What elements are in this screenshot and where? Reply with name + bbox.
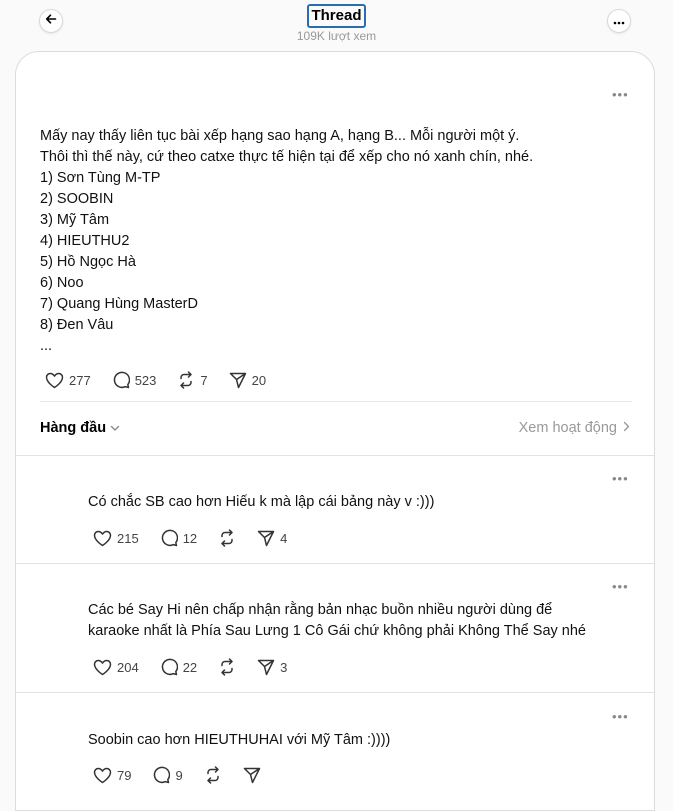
- reply-actions: 215 12 4: [88, 529, 303, 547]
- heart-icon: [45, 372, 64, 389]
- top-bar: Thread 109K lượt xem: [0, 0, 673, 48]
- comment-button[interactable]: 22: [155, 658, 197, 676]
- comment-count: 22: [182, 659, 198, 675]
- reply-body: Có chắc SB cao hơn Hiếu k mà lập cái bản…: [88, 492, 628, 513]
- heart-icon: [93, 767, 112, 784]
- repost-icon: [204, 766, 222, 784]
- repost-icon: [218, 658, 236, 676]
- like-button[interactable]: 79: [88, 767, 131, 784]
- share-button[interactable]: 4: [252, 530, 287, 547]
- share-button[interactable]: 3: [252, 659, 287, 676]
- like-count: 215: [117, 530, 139, 546]
- reply-line: Các bé Say Hi nên chấp nhận rằng bản nhạ…: [88, 602, 553, 618]
- post-more-button[interactable]: •••: [612, 87, 629, 102]
- reply-line: Soobin cao hơn HIEUTHUHAI với Mỹ Tâm :))…: [88, 732, 391, 748]
- view-count: 109K lượt xem: [296, 29, 377, 43]
- more-horizontal-icon: •••: [612, 87, 629, 102]
- comment-icon: [160, 658, 178, 676]
- post-line: 3) Mỹ Tâm: [40, 212, 110, 228]
- repost-button[interactable]: [213, 529, 236, 547]
- reply-more-button[interactable]: •••: [612, 709, 629, 724]
- chevron-right-icon: [617, 420, 630, 436]
- share-button[interactable]: 20: [224, 372, 266, 389]
- repost-button[interactable]: [213, 658, 236, 676]
- post-line: ...: [40, 338, 53, 354]
- comment-button[interactable]: 12: [155, 529, 197, 547]
- more-horizontal-icon: •••: [612, 471, 629, 486]
- more-horizontal-icon: •••: [612, 579, 629, 594]
- like-count: 79: [117, 767, 132, 783]
- comment-button[interactable]: 9: [147, 766, 183, 784]
- send-icon: [243, 767, 261, 784]
- post-line: Thôi thì thế này, cứ theo catxe thực tế …: [40, 149, 534, 165]
- more-horizontal-icon: [613, 12, 625, 30]
- heart-icon: [93, 530, 112, 547]
- sort-label: Hàng đầu: [40, 420, 107, 436]
- divider: [16, 563, 654, 564]
- post-line: 2) SOOBIN: [40, 191, 114, 207]
- reply-more-button[interactable]: •••: [612, 579, 629, 594]
- send-icon: [257, 659, 275, 676]
- post-line: 7) Quang Hùng MasterD: [40, 296, 198, 312]
- like-button[interactable]: 215: [88, 530, 139, 547]
- post-line: 5) Hồ Ngọc Hà: [40, 254, 136, 270]
- repost-button[interactable]: 7: [172, 371, 208, 389]
- divider: [16, 692, 654, 693]
- divider: [40, 401, 632, 402]
- thread-card: ••• Mấy nay thấy liên tục bài xếp hạng s…: [15, 51, 655, 811]
- page-title[interactable]: Thread: [307, 4, 366, 28]
- send-icon: [257, 530, 275, 547]
- heart-icon: [93, 659, 112, 676]
- title-block: Thread 109K lượt xem: [0, 4, 673, 43]
- reply-line: karaoke nhất là Phía Sau Lưng 1 Cô Gái c…: [88, 623, 586, 639]
- repost-icon: [177, 371, 195, 389]
- comment-count: 9: [175, 767, 183, 783]
- repost-button[interactable]: [199, 766, 222, 784]
- post-line: Mấy nay thấy liên tục bài xếp hạng sao h…: [40, 128, 520, 144]
- repost-count: 7: [200, 372, 208, 388]
- sort-dropdown[interactable]: Hàng đầu: [40, 420, 120, 436]
- share-count: 3: [280, 659, 288, 675]
- reply-line: Có chắc SB cao hơn Hiếu k mà lập cái bản…: [88, 494, 435, 510]
- share-count: 4: [280, 530, 288, 546]
- view-activity-label: Xem hoạt động: [518, 420, 617, 436]
- send-icon: [229, 372, 247, 389]
- chevron-down-icon: [106, 420, 120, 436]
- view-activity-link[interactable]: Xem hoạt động: [519, 420, 630, 436]
- post-body: Mấy nay thấy liên tục bài xếp hạng sao h…: [40, 126, 640, 357]
- like-button[interactable]: 204: [88, 659, 139, 676]
- thread-more-button[interactable]: [607, 9, 631, 33]
- share-count: 20: [251, 372, 267, 388]
- reply-actions: 79 9: [88, 766, 277, 784]
- reply-body: Các bé Say Hi nên chấp nhận rằng bản nhạ…: [88, 600, 628, 642]
- comment-icon: [160, 529, 178, 547]
- like-button[interactable]: 277: [40, 372, 91, 389]
- more-horizontal-icon: •••: [612, 709, 629, 724]
- post-line: 6) Noo: [40, 275, 84, 291]
- reply-more-button[interactable]: •••: [612, 471, 629, 486]
- share-button[interactable]: [238, 767, 261, 784]
- comment-icon: [112, 371, 130, 389]
- post-line: 8) Đen Vâu: [40, 317, 114, 333]
- like-count: 277: [69, 372, 91, 388]
- comment-count: 523: [134, 372, 157, 388]
- repost-icon: [218, 529, 236, 547]
- post-line: 4) HIEUTHU2: [40, 233, 130, 249]
- comment-icon: [152, 766, 171, 784]
- comment-button[interactable]: 523: [107, 371, 157, 389]
- post-line: 1) Sơn Tùng M-TP: [40, 170, 161, 186]
- comment-count: 12: [182, 530, 198, 546]
- reply-actions: 204 22 3: [88, 658, 303, 676]
- reply-body: Soobin cao hơn HIEUTHUHAI với Mỹ Tâm :))…: [88, 730, 628, 751]
- like-count: 204: [117, 659, 139, 675]
- divider: [16, 455, 654, 456]
- post-actions: 277 523 7 20: [40, 371, 282, 389]
